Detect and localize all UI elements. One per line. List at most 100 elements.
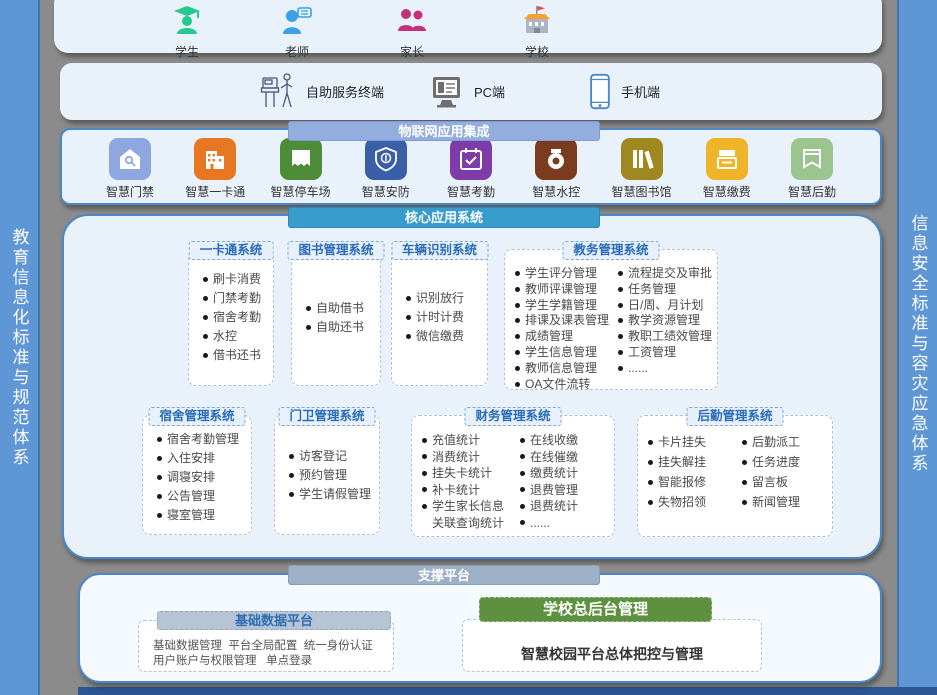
admin-platform-title: 学校总后台管理 bbox=[479, 597, 712, 622]
list-item: 学生请假管理 bbox=[289, 485, 373, 504]
one-card-icon bbox=[194, 138, 236, 180]
list-item: 水控 bbox=[203, 327, 267, 346]
list-item: 任务管理 bbox=[618, 282, 713, 298]
list-item: 微信缴费 bbox=[406, 327, 481, 346]
iot-tile-one-card: 智慧一卡通 bbox=[179, 138, 251, 200]
iot-section-header: 物联网应用集成 bbox=[288, 121, 600, 141]
list-item: 新闻管理 bbox=[742, 492, 828, 512]
list-item: 退费统计 bbox=[520, 498, 610, 515]
list-item: 充值统计 bbox=[422, 432, 512, 449]
core-section-header: 核心应用系统 bbox=[288, 207, 600, 228]
system-box-title: 车辆识别系统 bbox=[391, 241, 488, 260]
security-icon bbox=[365, 138, 407, 180]
terminal-item-label: 自助服务终端 bbox=[306, 82, 384, 101]
list-item: 学生评分管理 bbox=[515, 266, 610, 282]
admin-platform-box: 智慧校园平台总体把控与管理 bbox=[462, 619, 762, 672]
user-item-parents: 家长 bbox=[372, 4, 452, 60]
library-icon bbox=[621, 138, 663, 180]
parents-icon bbox=[396, 4, 428, 36]
list-item: 排课及课表管理 bbox=[515, 313, 610, 329]
right-sidebar-label: 信息安全标准与容灾应急体系 bbox=[906, 214, 931, 474]
system-box-title: 一卡通系统 bbox=[189, 241, 274, 260]
list-item: 刷卡消费 bbox=[203, 270, 267, 289]
student-icon bbox=[171, 4, 203, 36]
iot-tile-attendance: 智慧考勤 bbox=[435, 138, 507, 200]
list-item: 补卡统计 bbox=[422, 482, 512, 499]
list-item: 自助还书 bbox=[306, 318, 374, 337]
list-item: 缴费统计 bbox=[520, 465, 610, 482]
iot-tile-library: 智慧图书馆 bbox=[606, 138, 678, 200]
dormitory-management-box: 宿舍管理系统 宿舍考勤管理 入住安排 调寝安排 公告管理 寝室管理 bbox=[142, 415, 252, 535]
iot-tile-logistics: 智慧后勤 bbox=[776, 138, 848, 200]
support-section-header: 支撑平台 bbox=[288, 565, 600, 585]
iot-tile-label: 智慧图书馆 bbox=[606, 183, 678, 200]
user-item-label: 学校 bbox=[497, 43, 577, 60]
iot-tile-label: 智慧缴费 bbox=[691, 183, 763, 200]
right-sidebar: 信息安全标准与容灾应急体系 bbox=[897, 0, 937, 687]
iot-tile-parking: 智慧停车场 bbox=[265, 138, 337, 200]
system-box-title: 教务管理系统 bbox=[562, 241, 659, 260]
list-item: 公告管理 bbox=[157, 487, 245, 506]
list-item: 成绩管理 bbox=[515, 329, 610, 345]
list-item: 在线收缴 bbox=[520, 432, 610, 449]
list-item: 留言板 bbox=[742, 472, 828, 492]
list-item: 教学资源管理 bbox=[618, 313, 713, 329]
users-panel: 学生 老师 家长 学校 bbox=[54, 0, 882, 53]
admin-platform-content: 智慧校园平台总体把控与管理 bbox=[521, 644, 703, 664]
system-box-title: 门卫管理系统 bbox=[278, 407, 375, 426]
terminal-item-label: 手机端 bbox=[621, 82, 660, 101]
list-item: 工资管理 bbox=[618, 345, 713, 361]
iot-tile-label: 智慧一卡通 bbox=[179, 183, 251, 200]
list-item: 教师评课管理 bbox=[515, 282, 610, 298]
bottom-accent-bar bbox=[78, 687, 937, 695]
list-item: OA文件流转 bbox=[515, 377, 610, 393]
system-box-title: 财务管理系统 bbox=[464, 407, 561, 426]
list-item: 学生家长信息关联查询统计 bbox=[422, 498, 512, 531]
teacher-icon bbox=[281, 4, 313, 36]
user-item-label: 学生 bbox=[147, 43, 227, 60]
system-box-title: 宿舍管理系统 bbox=[148, 407, 245, 426]
list-item: 宿舍考勤 bbox=[203, 308, 267, 327]
phone-icon bbox=[588, 73, 613, 111]
list-item: 借书还书 bbox=[203, 346, 267, 365]
iot-tile-label: 智慧安防 bbox=[350, 183, 422, 200]
logistics-icon bbox=[791, 138, 833, 180]
iot-tile-door-access: 智慧门禁 bbox=[94, 138, 166, 200]
list-item: 识别放行 bbox=[406, 289, 481, 308]
left-sidebar-label: 教育信息化标准与规范体系 bbox=[7, 228, 32, 468]
list-item: 在线催缴 bbox=[520, 449, 610, 466]
user-item-label: 家长 bbox=[372, 43, 452, 60]
list-item: 退费管理 bbox=[520, 482, 610, 499]
parking-icon bbox=[280, 138, 322, 180]
school-icon bbox=[521, 4, 553, 36]
iot-tile-label: 智慧水控 bbox=[520, 183, 592, 200]
system-box-title: 图书管理系统 bbox=[287, 241, 384, 260]
list-item: 卡片挂失 bbox=[648, 432, 734, 452]
list-item: ...... bbox=[520, 515, 610, 532]
iot-tile-label: 智慧考勤 bbox=[435, 183, 507, 200]
finance-management-box: 财务管理系统 充值统计 消费统计 挂失卡统计 补卡统计 学生家长信息关联查询统计… bbox=[411, 415, 615, 537]
iot-tile-payment: 智慧缴费 bbox=[691, 138, 763, 200]
iot-tile-label: 智慧门禁 bbox=[94, 183, 166, 200]
user-item-school: 学校 bbox=[497, 4, 577, 60]
user-item-student: 学生 bbox=[147, 4, 227, 60]
list-item: 调寝安排 bbox=[157, 468, 245, 487]
smart-campus-architecture-diagram: 教育信息化标准与规范体系 信息安全标准与容灾应急体系 学生 老师 bbox=[0, 0, 937, 695]
left-sidebar: 教育信息化标准与规范体系 bbox=[0, 0, 40, 695]
onecard-system-box: 一卡通系统 刷卡消费 门禁考勤 宿舍考勤 水控 借书还书 bbox=[188, 249, 274, 386]
terminal-item-kiosk: 自助服务终端 bbox=[260, 63, 384, 120]
pc-icon bbox=[428, 74, 466, 110]
attendance-icon bbox=[450, 138, 492, 180]
list-item: 计时计费 bbox=[406, 308, 481, 327]
iot-tile-label: 智慧后勤 bbox=[776, 183, 848, 200]
water-control-icon bbox=[535, 138, 577, 180]
list-item: 自助借书 bbox=[306, 299, 374, 318]
user-item-teacher: 老师 bbox=[257, 4, 337, 60]
list-item: 任务进度 bbox=[742, 452, 828, 472]
system-box-title: 后勤管理系统 bbox=[686, 407, 783, 426]
list-item: 入住安排 bbox=[157, 449, 245, 468]
list-item: 教职工绩效管理 bbox=[618, 329, 713, 345]
list-item: 挂失卡统计 bbox=[422, 465, 512, 482]
list-item: 后勤派工 bbox=[742, 432, 828, 452]
terminal-item-pc: PC端 bbox=[428, 63, 505, 120]
